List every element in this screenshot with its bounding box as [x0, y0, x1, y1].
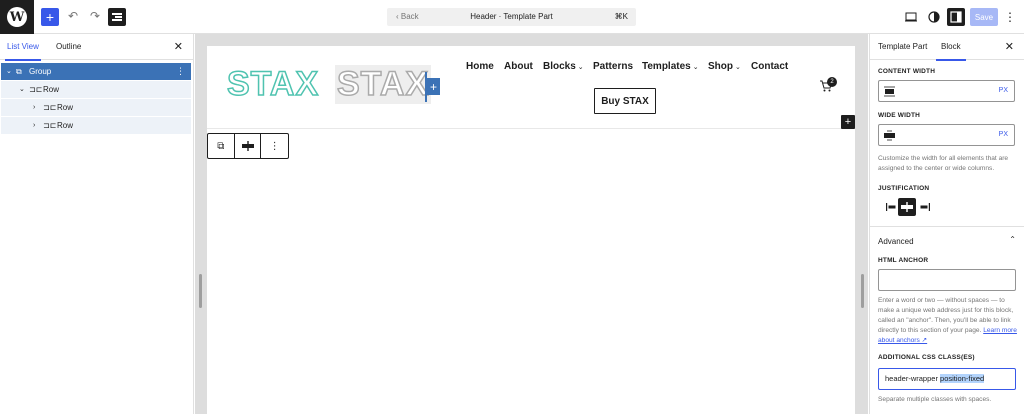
- settings-sidebar-icon[interactable]: [947, 8, 965, 26]
- unit-select[interactable]: PX: [999, 131, 1008, 138]
- left-panel-tabs: List View Outline ✕: [0, 34, 193, 61]
- site-logo[interactable]: STAX: [226, 64, 319, 104]
- css-class-input[interactable]: header-wrapper position-fixed: [878, 368, 1016, 390]
- group-block-icon: ⧉: [16, 67, 22, 76]
- divider: [870, 226, 1024, 227]
- settings-sidebar: Template Part Block ✕ CONTENT WIDTH PX W…: [869, 34, 1024, 414]
- content-width-icon: [884, 86, 895, 97]
- justification-controls: [882, 198, 932, 216]
- tree-item-label: Row: [57, 121, 74, 130]
- more-options-icon[interactable]: ⋮: [261, 134, 288, 158]
- chevron-right-icon[interactable]: ›: [33, 117, 35, 134]
- css-class-label: ADDITIONAL CSS CLASS(ES): [878, 354, 975, 361]
- canvas-frame: STAX STAX + Home About Blocks ⌄ Patterns …: [207, 46, 855, 414]
- tab-outline[interactable]: Outline: [56, 34, 81, 60]
- nav-label: Shop: [708, 61, 733, 72]
- editor-canvas: STAX STAX + Home About Blocks ⌄ Patterns …: [195, 34, 868, 414]
- block-toolbar: ⧉ ⋮: [207, 133, 289, 159]
- cart-count-badge: 2: [827, 77, 837, 87]
- add-block-inserter-icon[interactable]: +: [841, 115, 855, 129]
- chevron-down-icon: ⌄: [735, 64, 741, 71]
- chevron-down-icon[interactable]: ⌄: [19, 81, 25, 98]
- chevron-down-icon[interactable]: ⌄: [6, 63, 12, 80]
- command-bar[interactable]: ‹ Back Header · Template Part ⌘K: [387, 8, 636, 26]
- nav-item-patterns[interactable]: Patterns: [593, 61, 633, 72]
- tab-list-view[interactable]: List View: [5, 34, 41, 61]
- justify-center-icon[interactable]: [235, 134, 262, 158]
- tree-item-row[interactable]: › ⊐⊏ Row: [1, 99, 191, 116]
- redo-icon[interactable]: ↷: [88, 9, 102, 23]
- wordpress-logo-icon[interactable]: W: [0, 0, 34, 34]
- wide-width-icon: [884, 130, 895, 141]
- document-title: Header · Template Part: [470, 12, 553, 21]
- nav-label: Home: [466, 61, 494, 72]
- css-class-selected-text: position-fixed: [940, 374, 985, 383]
- tree-item-group[interactable]: ⌄ ⧉ Group ⋮: [1, 63, 191, 80]
- save-button[interactable]: Save: [970, 8, 998, 26]
- close-icon[interactable]: ✕: [1005, 40, 1014, 53]
- tab-block[interactable]: Block: [936, 34, 966, 61]
- buy-stax-button[interactable]: Buy STAX: [594, 88, 656, 114]
- html-anchor-label: HTML ANCHOR: [878, 257, 929, 264]
- content-width-label: CONTENT WIDTH: [878, 68, 936, 75]
- resize-handle-left[interactable]: [199, 274, 202, 308]
- nav-label: Blocks: [543, 61, 576, 72]
- header-template-part[interactable]: STAX STAX + Home About Blocks ⌄ Patterns …: [207, 46, 855, 129]
- advanced-section-title[interactable]: Advanced: [878, 237, 914, 246]
- desktop-preview-icon[interactable]: [902, 8, 920, 26]
- block-options-icon[interactable]: ⋮: [176, 63, 185, 80]
- block-type-group-icon[interactable]: ⧉: [208, 134, 235, 158]
- options-menu-icon[interactable]: ⋮: [1004, 8, 1016, 26]
- nav-item-home[interactable]: Home: [466, 61, 494, 72]
- nav-label: Templates: [642, 61, 691, 72]
- chevron-down-icon: ⌄: [692, 64, 699, 71]
- tree-item-label: Row: [43, 85, 60, 94]
- chevron-down-icon: ⌄: [577, 64, 584, 71]
- nav-label: About: [504, 61, 533, 72]
- tab-template-part[interactable]: Template Part: [878, 34, 927, 60]
- wide-width-input[interactable]: PX: [878, 124, 1015, 146]
- nav-item-blocks[interactable]: Blocks ⌄: [543, 61, 584, 72]
- css-class-help-text: Separate multiple classes with spaces.: [878, 396, 992, 403]
- wide-width-label: WIDE WIDTH: [878, 112, 921, 119]
- shortcut-hint: ⌘K: [614, 12, 628, 21]
- add-block-button[interactable]: +: [41, 8, 59, 26]
- tree-item-label: Row: [57, 103, 74, 112]
- list-view-panel: List View Outline ✕ ⌄ ⧉ Group ⋮ ⌄ ⊐⊏ Row…: [0, 34, 194, 414]
- styles-icon[interactable]: [925, 8, 943, 26]
- settings-tabs: Template Part Block ✕: [870, 34, 1024, 61]
- top-toolbar: W + ↶ ↷ ‹ Back Header · Template Part ⌘K…: [0, 0, 1024, 34]
- tree-item-label: Group: [29, 67, 52, 76]
- nav-label: Contact: [751, 61, 789, 72]
- justification-label: JUSTIFICATION: [878, 185, 930, 192]
- nav-item-templates[interactable]: Templates ⌄: [642, 61, 699, 72]
- css-class-text: header-wrapper: [885, 374, 941, 383]
- chevron-right-icon[interactable]: ›: [33, 99, 35, 116]
- nav-label: Patterns: [593, 61, 634, 72]
- close-icon[interactable]: ✕: [174, 40, 183, 53]
- chevron-up-icon[interactable]: ⌃: [1009, 235, 1016, 244]
- list-view-toggle-button[interactable]: [108, 8, 126, 26]
- row-block-icon: ⊐⊏: [43, 121, 57, 130]
- row-block-icon: ⊐⊏: [29, 85, 43, 94]
- resize-handle-right[interactable]: [861, 274, 864, 308]
- nav-item-contact[interactable]: Contact: [751, 61, 788, 72]
- nav-item-about[interactable]: About: [504, 61, 533, 72]
- content-width-input[interactable]: PX: [878, 80, 1015, 102]
- site-logo-secondary[interactable]: STAX: [335, 64, 432, 104]
- unit-select[interactable]: PX: [999, 87, 1008, 94]
- nav-item-shop[interactable]: Shop ⌄: [708, 61, 741, 72]
- justify-right-icon[interactable]: [916, 198, 934, 216]
- justify-center-icon[interactable]: [898, 198, 916, 216]
- row-block-icon: ⊐⊏: [43, 103, 57, 112]
- tree-item-row[interactable]: › ⊐⊏ Row: [1, 117, 191, 134]
- html-anchor-input[interactable]: [878, 269, 1016, 291]
- anchor-help-text: Enter a word or two — without spaces — t…: [878, 296, 1020, 346]
- tree-item-row[interactable]: ⌄ ⊐⊏ Row: [1, 81, 191, 98]
- undo-icon[interactable]: ↶: [66, 9, 80, 23]
- width-help-text: Customize the width for all elements tha…: [878, 155, 1009, 172]
- block-inserter-icon[interactable]: +: [427, 78, 440, 95]
